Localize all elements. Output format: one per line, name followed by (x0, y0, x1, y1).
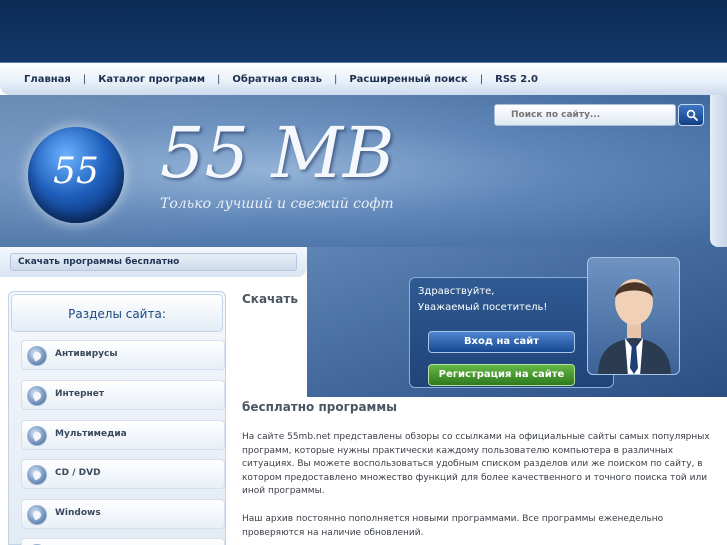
sidebar-item-cd-dvd[interactable]: CD / DVD (21, 459, 225, 489)
welcome-visitor: Уважаемый посетитель! (418, 302, 548, 313)
nav-link-catalog[interactable]: Каталог программ (98, 74, 205, 85)
welcome-greeting: Здравствуйте, (418, 286, 495, 297)
category-icon (27, 426, 47, 446)
sidebar-item-windows[interactable]: Windows (21, 499, 225, 529)
sidebar-title: Разделы сайта: (11, 294, 223, 332)
sidebar-item-next[interactable] (21, 538, 225, 545)
search-box (494, 104, 676, 126)
nav-separator: | (82, 73, 87, 85)
intro-paragraph: На сайте 55mb.net представлены обзоры со… (242, 432, 710, 496)
search-button[interactable] (678, 104, 704, 126)
login-button[interactable]: Вход на сайт (428, 331, 575, 353)
breadcrumb-link[interactable]: Скачать программы бесплатно (10, 253, 297, 271)
search-input[interactable] (495, 105, 675, 125)
site-slogan: Только лучший и свежий софт (160, 196, 394, 212)
header-edge-decoration (710, 95, 727, 247)
page-title-part1: Скачать (242, 292, 298, 306)
nav-link-rss[interactable]: RSS 2.0 (495, 74, 538, 85)
user-avatar-icon (598, 279, 671, 374)
register-button[interactable]: Регистрация на сайте (428, 364, 575, 386)
avatar (587, 257, 680, 375)
nav-separator: | (333, 73, 338, 85)
nav-link-home[interactable]: Главная (24, 74, 71, 85)
category-icon (27, 505, 47, 525)
sidebar-item-antivirus[interactable]: Антивирусы (21, 340, 225, 370)
site-header: 55 55 MB Только лучший и свежий софт (0, 95, 727, 247)
main-nav: Главная | Каталог программ | Обратная св… (0, 62, 727, 95)
sidebar-item-multimedia[interactable]: Мультимедиа (21, 420, 225, 450)
top-banner-strip (0, 0, 727, 62)
page-title-part2: бесплатно программы (242, 400, 398, 414)
archive-paragraph: Наш архив постоянно пополняется новыми п… (242, 514, 664, 538)
nav-link-feedback[interactable]: Обратная связь (232, 74, 322, 85)
sidebar: Разделы сайта: Антивирусы Интернет Мульт… (8, 291, 226, 545)
nav-separator: | (217, 73, 221, 85)
logo-orb-text: 55 (53, 151, 99, 192)
welcome-box: Здравствуйте, Уважаемый посетитель! Вход… (409, 277, 614, 388)
category-icon (27, 346, 47, 366)
sidebar-item-label: Антивирусы (55, 349, 118, 359)
sidebar-item-label: Windows (55, 508, 101, 518)
logo-orb[interactable]: 55 (28, 127, 124, 223)
sidebar-item-internet[interactable]: Интернет (21, 380, 225, 410)
nav-separator: | (479, 73, 484, 85)
nav-link-advanced-search[interactable]: Расширенный поиск (349, 74, 467, 85)
search-icon (686, 109, 698, 121)
breadcrumb: Скачать программы бесплатно (0, 247, 307, 277)
sidebar-item-label: Интернет (55, 389, 105, 399)
category-icon (27, 386, 47, 406)
site-logo-title[interactable]: 55 MB (160, 112, 394, 194)
sidebar-item-label: CD / DVD (55, 468, 101, 478)
login-panel: Здравствуйте, Уважаемый посетитель! Вход… (307, 247, 727, 397)
category-icon (27, 465, 47, 485)
sidebar-item-label: Мультимедиа (55, 429, 127, 439)
